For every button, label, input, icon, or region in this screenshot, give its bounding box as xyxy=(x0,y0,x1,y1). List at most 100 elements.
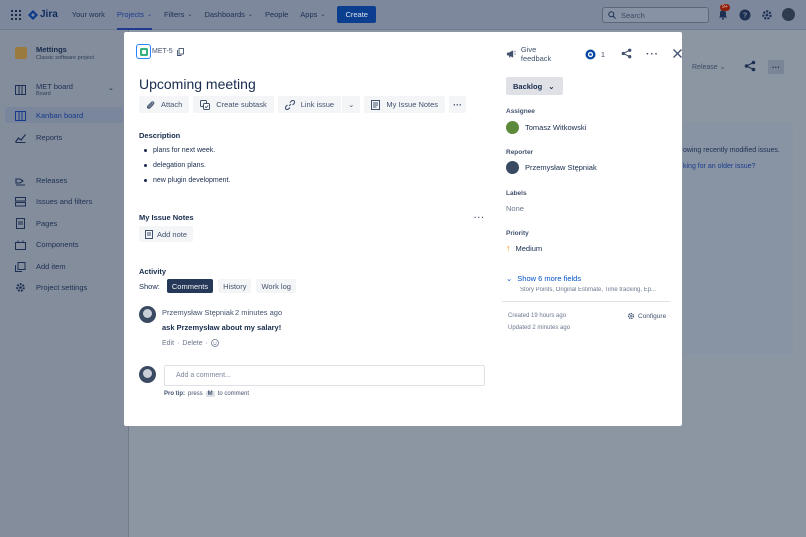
reporter-field[interactable]: Przemysław Stępniak xyxy=(506,161,597,174)
add-comment-placeholder: Add a comment... xyxy=(176,372,231,379)
link-issue-dropdown[interactable]: ⌄ xyxy=(342,96,361,113)
watch-button[interactable]: 1 xyxy=(585,49,605,60)
sidebar-item-label: Releases xyxy=(36,176,68,185)
top-navigation: Jira Your work Projects ⌄ Filters ⌄ Dashbo… xyxy=(0,0,806,30)
assignee-field[interactable]: Tomasz Witkowski xyxy=(506,121,586,134)
release-dropdown[interactable]: Release ⌄ xyxy=(692,63,726,71)
details-divider xyxy=(502,301,670,302)
nav-your-work[interactable]: Your work xyxy=(72,0,105,30)
add-comment-input[interactable]: Add a comment... xyxy=(164,365,485,386)
reporter-name: Przemysław Stępniak xyxy=(525,163,597,172)
status-label: Backlog xyxy=(513,81,543,91)
show-more-fields-button[interactable]: ⌄ Show 6 more fields xyxy=(506,274,581,283)
nav-projects[interactable]: Projects ⌄ xyxy=(116,0,153,30)
issue-toolbar: Attach Create subtask Link issue ⌄ My Is… xyxy=(139,96,470,113)
issue-key-breadcrumb[interactable]: MET-5 xyxy=(136,44,184,59)
issue-modal: MET-5 Give feedback 1 ··· Upcoming meeti… xyxy=(124,32,682,426)
give-feedback-button[interactable]: Give feedback xyxy=(506,45,564,63)
app-switcher-icon[interactable] xyxy=(11,9,21,20)
description-list[interactable]: plans for next week. delegation plans. n… xyxy=(144,143,230,188)
components-icon xyxy=(15,239,26,250)
comment-body: ask Przemysław about my salary! xyxy=(162,323,282,332)
configure-label: Configure xyxy=(638,312,667,320)
board-more-button[interactable]: ··· xyxy=(768,60,784,74)
close-button[interactable] xyxy=(673,48,682,60)
emoji-reaction-icon[interactable] xyxy=(211,339,219,347)
more-icon: ··· xyxy=(772,62,780,72)
tab-history[interactable]: History xyxy=(218,279,252,293)
sidebar-item-add-item[interactable]: Add item xyxy=(15,261,66,272)
story-icon xyxy=(139,47,148,56)
add-note-button[interactable]: Add note xyxy=(139,226,194,242)
link-issue-label: Link issue xyxy=(300,100,335,109)
comment-author-avatar[interactable] xyxy=(139,306,156,323)
add-item-icon xyxy=(15,261,26,272)
sidebar-item-components[interactable]: Components xyxy=(15,239,79,250)
paperclip-icon xyxy=(147,100,155,109)
sidebar-item-project-settings[interactable]: Project settings xyxy=(15,282,87,293)
nav-filters[interactable]: Filters ⌄ xyxy=(164,0,192,30)
chevron-down-icon: ⌄ xyxy=(108,85,114,92)
sidebar-item-releases[interactable]: Releases xyxy=(15,175,67,186)
tab-work-log[interactable]: Work log xyxy=(256,279,296,293)
give-feedback-label: Give feedback xyxy=(520,45,552,63)
my-issue-notes-label: My Issue Notes xyxy=(386,100,439,109)
chevron-down-icon: ⌄ xyxy=(506,274,513,283)
sidebar-item-label: Issues and filters xyxy=(36,197,93,206)
my-issue-notes-button[interactable]: My Issue Notes xyxy=(364,96,446,113)
project-header[interactable]: Mettings Classic software project xyxy=(15,45,94,61)
issue-type-button[interactable] xyxy=(136,44,151,59)
show-more-fields-label: Show 6 more fields xyxy=(517,274,582,283)
attach-label: Attach xyxy=(161,100,183,109)
assignee-avatar xyxy=(506,121,519,134)
pages-icon xyxy=(15,218,26,229)
toolbar-more-button[interactable]: ··· xyxy=(449,96,467,113)
user-avatar[interactable] xyxy=(782,8,795,21)
assignee-name: Tomasz Witkowski xyxy=(525,123,587,132)
tab-comments[interactable]: Comments xyxy=(166,279,214,293)
sidebar-item-reports[interactable]: Reports xyxy=(15,132,62,143)
copy-link-icon[interactable] xyxy=(176,47,184,56)
add-note-label: Add note xyxy=(157,229,188,239)
sidebar-item-kanban-board[interactable]: Kanban board xyxy=(15,110,83,121)
link-issue-button[interactable]: Link issue xyxy=(277,96,342,113)
gear-icon xyxy=(627,312,635,320)
nav-apps[interactable]: Apps ⌄ xyxy=(300,0,325,30)
chevron-down-icon: ⌄ xyxy=(247,12,253,18)
issue-notes-more-button[interactable]: ··· xyxy=(474,213,485,222)
settings-button[interactable] xyxy=(760,8,773,21)
sidebar-item-pages[interactable]: Pages xyxy=(15,218,57,229)
notifications-button[interactable]: 9+ xyxy=(716,4,730,21)
create-button[interactable]: Create xyxy=(337,6,376,23)
help-button[interactable]: ? xyxy=(738,8,751,21)
separator-dot: · xyxy=(177,339,180,347)
board-share-button[interactable] xyxy=(744,60,756,74)
comment-author[interactable]: Przemysław Stępniak xyxy=(162,308,234,317)
share-button[interactable] xyxy=(621,48,632,61)
status-dropdown[interactable]: Backlog ⌄ xyxy=(506,77,564,95)
jira-logo[interactable]: Jira xyxy=(28,9,58,20)
configure-button[interactable]: Configure xyxy=(627,312,666,320)
priority-field[interactable]: ↑ Medium xyxy=(506,243,542,253)
issue-key[interactable]: MET-5 xyxy=(152,48,173,55)
board-hint-link[interactable]: king for an older issue? xyxy=(683,163,755,170)
subtask-icon xyxy=(200,99,211,110)
create-subtask-button[interactable]: Create subtask xyxy=(193,96,274,113)
nav-dashboards[interactable]: Dashboards ⌄ xyxy=(204,0,252,30)
comment-edit-link[interactable]: Edit xyxy=(162,340,174,347)
search-input[interactable]: Search xyxy=(602,7,709,23)
updated-timestamp: Updated 2 minutes ago xyxy=(508,325,571,331)
nav-your-work-label: Your work xyxy=(71,10,105,19)
board-switcher[interactable]: MET board Board ⌄ xyxy=(15,82,114,97)
more-actions-button[interactable]: ··· xyxy=(646,49,659,60)
issue-title[interactable]: Upcoming meeting xyxy=(139,76,256,92)
issues-icon xyxy=(15,196,26,207)
comment-delete-link[interactable]: Delete xyxy=(182,340,202,347)
sidebar-item-issues-and-filters[interactable]: Issues and filters xyxy=(15,196,92,207)
labels-field[interactable]: None xyxy=(506,204,524,213)
nav-people[interactable]: People xyxy=(265,0,288,30)
priority-label: Priority xyxy=(506,230,529,237)
keyboard-shortcut-key: M xyxy=(205,391,215,397)
gear-icon xyxy=(761,9,772,20)
attach-button[interactable]: Attach xyxy=(139,96,190,113)
